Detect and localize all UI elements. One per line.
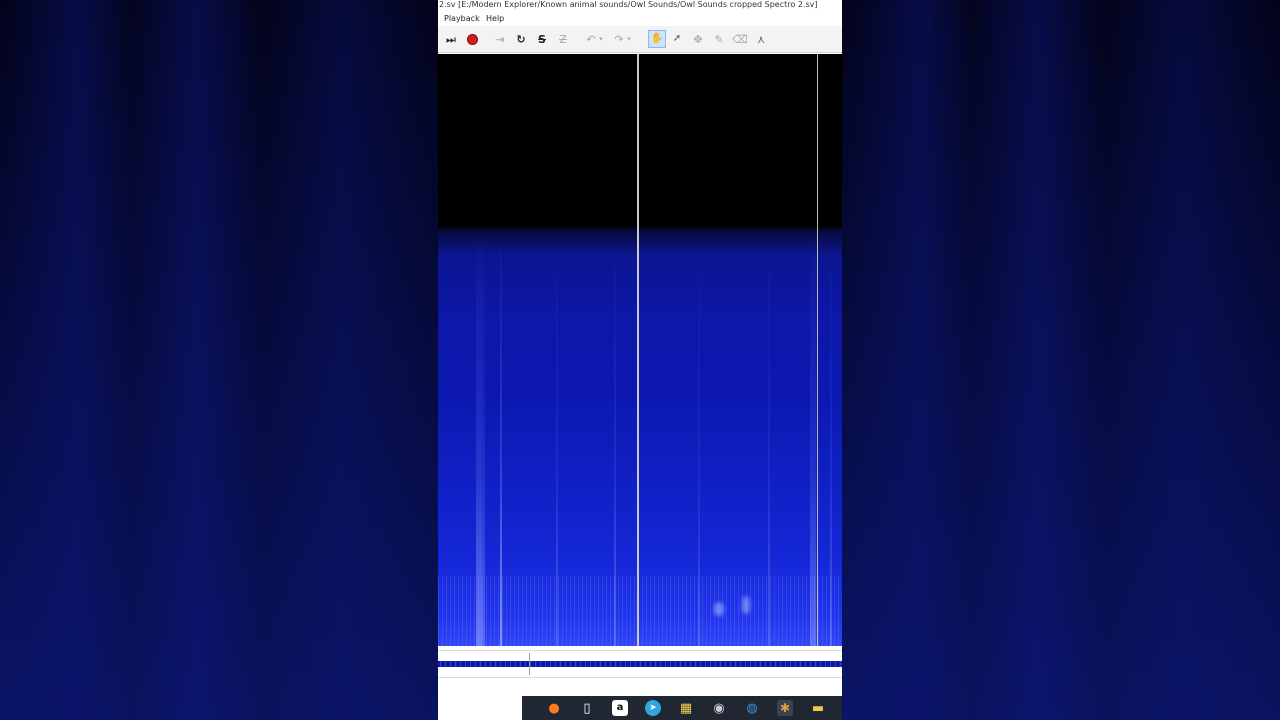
- window-title: 2.sv [E:/Modern Explorer/Known animal so…: [438, 0, 842, 12]
- draw-tool-button[interactable]: ✎: [710, 30, 728, 48]
- play-selection-icon: ⇥: [495, 32, 505, 46]
- menu-help[interactable]: Help: [486, 12, 504, 26]
- hand-icon: ✋: [650, 33, 664, 44]
- measure-tool-button[interactable]: ⋏: [752, 30, 770, 48]
- playback-position-line[interactable]: [637, 54, 639, 646]
- move-icon: ✥: [693, 32, 703, 46]
- redo-icon: ↷: [614, 32, 624, 46]
- file-explorer-taskbar-button[interactable]: ▬: [810, 700, 826, 716]
- align-icon: Z: [559, 32, 567, 46]
- calendar-taskbar-button[interactable]: ▦: [678, 700, 694, 716]
- move-tool-button[interactable]: ✥: [689, 30, 707, 48]
- play-pause-icon: ⏭: [446, 32, 456, 46]
- undo-icon: ↶: [586, 32, 596, 46]
- solo-button[interactable]: S: [533, 30, 551, 48]
- obs-taskbar-button[interactable]: ◉: [711, 700, 727, 716]
- selection-boundary-line[interactable]: [817, 54, 818, 646]
- menu-playback[interactable]: Playback: [444, 12, 480, 26]
- telegram-taskbar-button[interactable]: ➤: [645, 700, 661, 716]
- owl-call-highlight: [742, 596, 750, 614]
- folder-icon: ▬: [811, 700, 825, 716]
- browser-taskbar-button[interactable]: ◍: [744, 700, 760, 716]
- undo-dropdown[interactable]: ▾: [596, 30, 606, 48]
- blurred-background-right: [842, 0, 1280, 720]
- select-tool-button[interactable]: ➚: [668, 30, 686, 48]
- erase-tool-button[interactable]: ⌫: [731, 30, 749, 48]
- waveform-trace: [438, 661, 842, 667]
- calendar-icon: ▦: [679, 700, 693, 716]
- spectrogram-noise-band: [438, 576, 842, 646]
- compass-icon: ⋏: [756, 32, 766, 46]
- sonic-visualiser-taskbar-button[interactable]: ✱: [777, 700, 793, 716]
- overview-position-marker[interactable]: [529, 653, 530, 675]
- chevron-down-icon: ▾: [627, 34, 631, 43]
- arrow-cursor-icon: ➚: [672, 33, 682, 44]
- record-button[interactable]: [463, 30, 481, 48]
- spectrogram-pane[interactable]: [438, 54, 842, 646]
- redo-dropdown[interactable]: ▾: [624, 30, 634, 48]
- navigate-tool-button[interactable]: ✋: [648, 30, 666, 48]
- blurred-background-left: [0, 0, 438, 720]
- record-icon: [467, 34, 477, 44]
- loop-button[interactable]: ↻: [512, 30, 530, 48]
- solo-icon: S: [538, 32, 546, 46]
- waveform-overview[interactable]: [438, 650, 842, 678]
- file-icon: ▯: [583, 700, 591, 716]
- telegram-icon: ➤: [649, 702, 657, 713]
- align-button[interactable]: Z: [554, 30, 572, 48]
- firefox-taskbar-button[interactable]: ●: [546, 700, 562, 716]
- file-taskbar-button[interactable]: ▯: [579, 700, 595, 716]
- sonic-visualiser-icon: ✱: [779, 701, 791, 715]
- pencil-icon: ✎: [714, 32, 724, 46]
- play-selection-button[interactable]: ⇥: [491, 30, 509, 48]
- amazon-icon: a: [616, 702, 624, 713]
- play-pause-button[interactable]: ⏭: [442, 30, 460, 48]
- loop-icon: ↻: [516, 32, 526, 46]
- amazon-taskbar-button[interactable]: a: [612, 700, 628, 716]
- owl-call-highlight: [714, 602, 724, 616]
- menu-bar: Playback Help: [438, 12, 842, 26]
- firefox-icon: ●: [548, 700, 560, 716]
- obs-icon: ◉: [713, 700, 725, 716]
- browser-icon: ◍: [746, 700, 758, 716]
- sonic-visualiser-window: 2.sv [E:/Modern Explorer/Known animal so…: [438, 0, 842, 720]
- toolbar: ⏭ ⇥ ↻ S Z ↶ ▾ ↷ ▾ ✋ ➚ ✥ ✎ ⌫ ⋏: [438, 26, 842, 53]
- chevron-down-icon: ▾: [599, 34, 603, 43]
- eraser-icon: ⌫: [732, 32, 748, 46]
- windows-taskbar: ● ▯ a ➤ ▦ ◉ ◍ ✱ ▬: [522, 696, 842, 720]
